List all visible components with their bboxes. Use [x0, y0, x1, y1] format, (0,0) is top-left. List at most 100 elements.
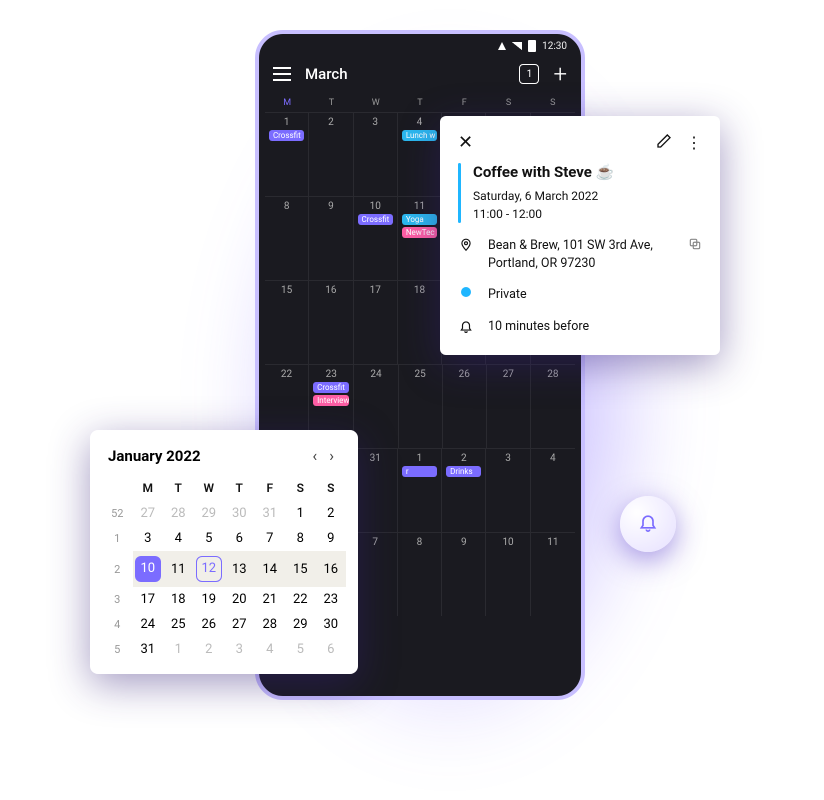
mini-day-cell[interactable]: 6 — [224, 526, 255, 551]
event-chip[interactable]: Crossfit — [269, 130, 304, 141]
mini-day-cell[interactable]: 1 — [285, 501, 316, 526]
edit-icon[interactable] — [656, 133, 672, 153]
mini-day-cell[interactable]: 3 — [224, 637, 255, 662]
day-cell[interactable]: 15 — [265, 281, 309, 364]
day-cell[interactable]: 11 — [531, 533, 575, 616]
mini-day-cell[interactable]: 5 — [194, 526, 225, 551]
event-chip[interactable]: r — [402, 466, 437, 477]
month-title[interactable]: March — [305, 65, 505, 83]
mini-day-cell[interactable]: 29 — [194, 501, 225, 526]
calendar-color-bar — [458, 163, 461, 223]
day-cell[interactable]: 28 — [531, 365, 575, 448]
day-cell[interactable]: 9 — [442, 533, 486, 616]
mini-day-cell[interactable]: 2 — [316, 501, 347, 526]
mini-day-cell[interactable]: 19 — [194, 587, 225, 612]
mini-day-cell[interactable]: 28 — [255, 612, 286, 637]
today-button[interactable]: 1 — [519, 64, 539, 84]
mini-day-cell[interactable]: 4 — [255, 637, 286, 662]
mini-day-cell[interactable]: 14 — [255, 551, 286, 587]
event-chip[interactable]: Crossfit — [313, 382, 349, 393]
mini-day-cell[interactable]: 5 — [285, 637, 316, 662]
mini-day-cell[interactable]: 22 — [285, 587, 316, 612]
day-cell[interactable]: 2Drinks — [442, 449, 486, 532]
day-cell[interactable]: 24 — [354, 365, 398, 448]
mini-day-cell[interactable]: 27 — [224, 612, 255, 637]
event-chip[interactable]: Crossfit — [358, 214, 393, 225]
mini-day-cell[interactable]: 4 — [163, 526, 194, 551]
mini-day-cell[interactable]: 12 — [194, 551, 225, 587]
mini-day-cell[interactable]: 30 — [316, 612, 347, 637]
notifications-fab[interactable] — [620, 496, 676, 552]
prev-month-button[interactable]: ‹ — [306, 446, 323, 465]
mini-day-cell[interactable]: 26 — [194, 612, 225, 637]
mini-day-cell[interactable]: 21 — [255, 587, 286, 612]
event-chip[interactable]: Lunch w — [402, 130, 437, 141]
day-cell[interactable]: 11YogaNewTec — [398, 197, 442, 280]
day-cell[interactable]: 8 — [265, 197, 309, 280]
day-number: 11 — [547, 537, 558, 548]
day-number: 4 — [550, 453, 556, 464]
mini-day-cell[interactable]: 31 — [133, 637, 164, 662]
mini-day-cell[interactable]: 25 — [163, 612, 194, 637]
next-month-button[interactable]: › — [323, 446, 340, 465]
mini-day-cell[interactable]: 6 — [316, 637, 347, 662]
mini-day-cell[interactable]: 11 — [163, 551, 194, 587]
mini-day-cell[interactable]: 23 — [316, 587, 347, 612]
day-cell[interactable]: 9 — [309, 197, 353, 280]
mini-day-cell[interactable]: 20 — [224, 587, 255, 612]
day-cell[interactable]: 25 — [399, 365, 443, 448]
day-cell[interactable]: 27 — [487, 365, 531, 448]
day-cell[interactable]: 2 — [309, 113, 353, 196]
app-bar: March 1 + — [259, 52, 581, 98]
mini-day-cell[interactable]: 18 — [163, 587, 194, 612]
mini-weekday-header: T — [163, 475, 194, 501]
day-cell[interactable]: 3 — [354, 113, 398, 196]
day-cell[interactable]: 4Lunch w — [398, 113, 442, 196]
mini-day-cell[interactable]: 31 — [255, 501, 286, 526]
day-cell[interactable]: 4 — [531, 449, 575, 532]
day-cell[interactable]: 18 — [398, 281, 442, 364]
mini-day-cell[interactable]: 3 — [133, 526, 164, 551]
event-chip[interactable]: Yoga — [402, 214, 437, 225]
day-cell[interactable]: 10Crossfit — [354, 197, 398, 280]
day-cell[interactable]: 31 — [354, 449, 398, 532]
event-chip[interactable]: Interview — [313, 395, 349, 406]
day-number: 24 — [370, 369, 381, 380]
day-cell[interactable]: 26 — [443, 365, 487, 448]
day-number: 17 — [370, 285, 381, 296]
day-cell[interactable]: 1Crossfit — [265, 113, 309, 196]
mini-day-cell[interactable]: 10 — [133, 551, 164, 587]
day-cell[interactable]: 16 — [309, 281, 353, 364]
mini-day-cell[interactable]: 29 — [285, 612, 316, 637]
mini-day-cell[interactable]: 30 — [224, 501, 255, 526]
day-number: 16 — [325, 285, 336, 296]
mini-day-cell[interactable]: 27 — [133, 501, 164, 526]
close-icon[interactable]: ✕ — [458, 132, 642, 153]
day-cell[interactable]: 7 — [354, 533, 398, 616]
mini-day-cell[interactable]: 13 — [224, 551, 255, 587]
day-cell[interactable]: 10 — [486, 533, 530, 616]
more-icon[interactable]: ⋮ — [686, 133, 702, 152]
menu-icon[interactable] — [273, 67, 291, 81]
mini-day-cell[interactable]: 2 — [194, 637, 225, 662]
mini-day-cell[interactable]: 28 — [163, 501, 194, 526]
event-chip[interactable]: Drinks — [446, 466, 481, 477]
mini-day-cell[interactable]: 17 — [133, 587, 164, 612]
mini-day-cell[interactable]: 8 — [285, 526, 316, 551]
copy-icon[interactable] — [688, 237, 702, 255]
mini-day-cell[interactable]: 24 — [133, 612, 164, 637]
day-cell[interactable]: 8 — [398, 533, 442, 616]
mini-day-cell[interactable]: 1 — [163, 637, 194, 662]
mini-day-cell[interactable]: 15 — [285, 551, 316, 587]
add-event-button[interactable]: + — [553, 62, 567, 86]
mini-day-cell[interactable]: 7 — [255, 526, 286, 551]
mini-month-title[interactable]: January 2022 — [108, 447, 306, 465]
mini-day-cell[interactable]: 16 — [316, 551, 347, 587]
day-number: 1 — [417, 453, 423, 464]
day-cell[interactable]: 1r — [398, 449, 442, 532]
event-detail-popup: ✕ ⋮ Coffee with Steve ☕ Saturday, 6 Marc… — [440, 116, 720, 355]
day-cell[interactable]: 17 — [354, 281, 398, 364]
day-cell[interactable]: 3 — [486, 449, 530, 532]
mini-day-cell[interactable]: 9 — [316, 526, 347, 551]
event-chip[interactable]: NewTec — [402, 227, 437, 238]
